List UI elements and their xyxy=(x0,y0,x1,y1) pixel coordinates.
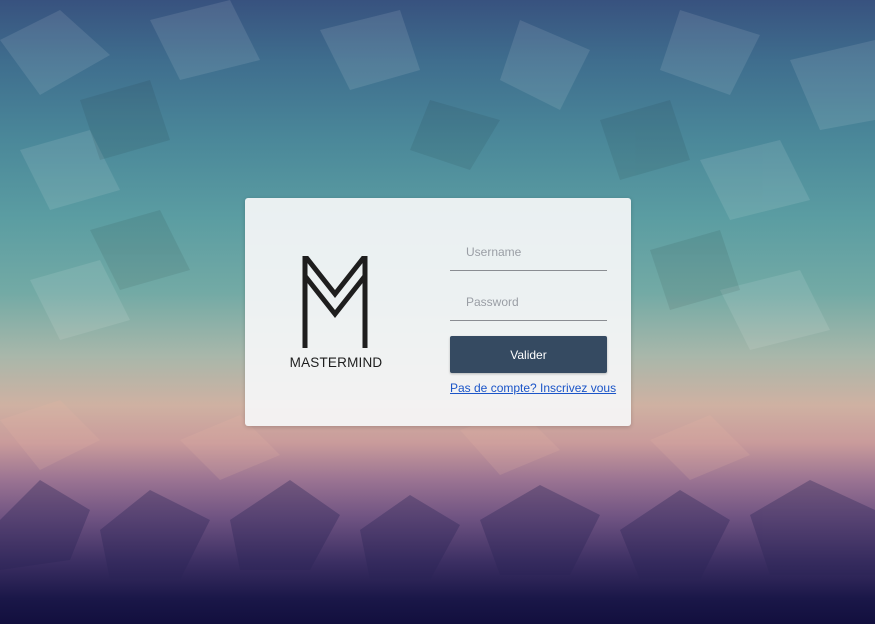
login-card: MASTERMIND Valider Pas de compte? Inscri… xyxy=(245,198,631,426)
mastermind-m-logo-icon xyxy=(302,256,368,348)
signup-link[interactable]: Pas de compte? Inscrivez vous xyxy=(450,381,616,395)
password-input[interactable] xyxy=(450,283,607,321)
logo: MASTERMIND xyxy=(289,256,383,374)
valider-button[interactable]: Valider xyxy=(450,336,607,373)
username-input[interactable] xyxy=(450,233,607,271)
logo-text: MASTERMIND xyxy=(289,355,383,370)
